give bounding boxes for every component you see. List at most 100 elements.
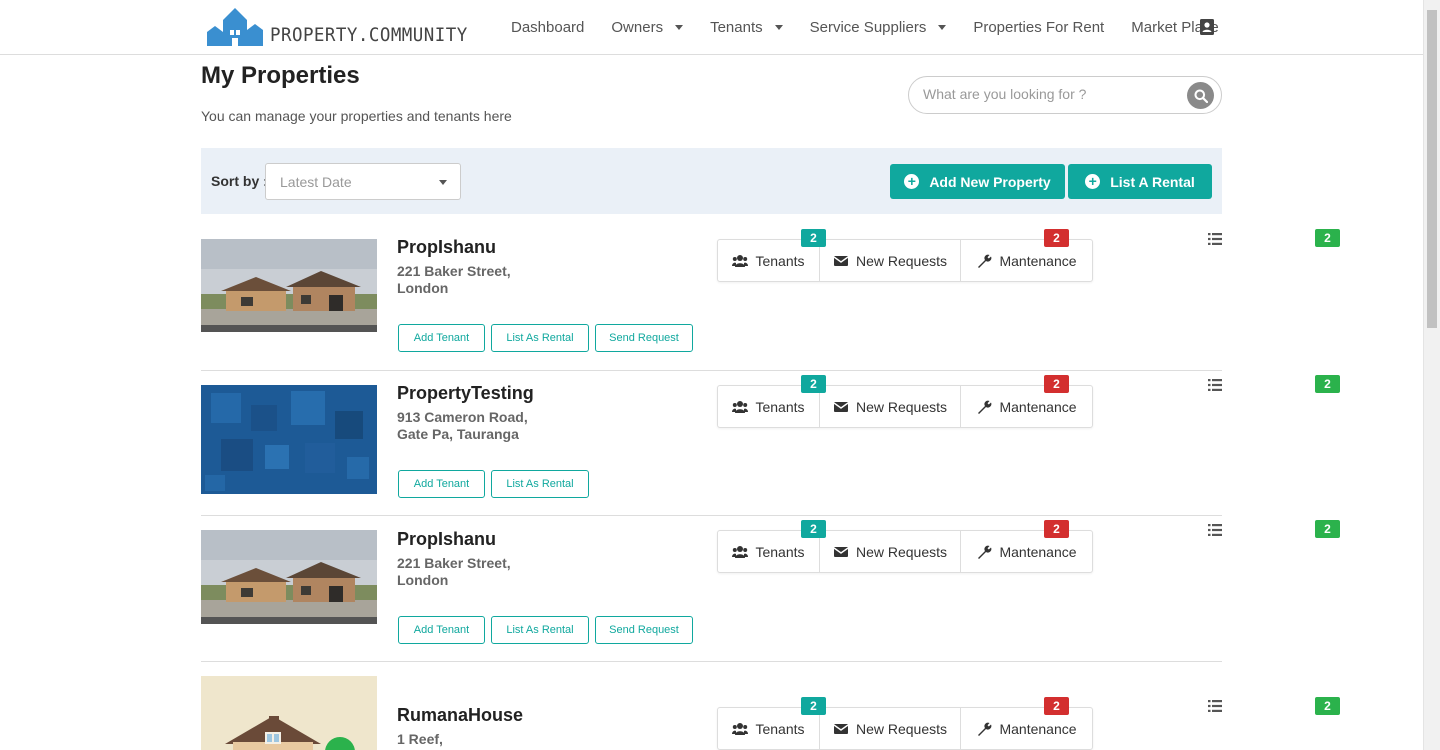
search-input[interactable] <box>923 86 1173 102</box>
new-requests-stat-button[interactable]: New Requests 2 <box>820 520 1069 572</box>
list-menu-icon[interactable] <box>1208 524 1222 536</box>
list-as-rental-button[interactable]: List As Rental <box>491 324 589 352</box>
nav-label: Properties For Rent <box>973 18 1105 36</box>
page-scrollbar[interactable] <box>1423 0 1440 750</box>
users-icon <box>732 722 749 735</box>
property-name[interactable]: RumanaHouse <box>397 705 523 726</box>
chevron-down-icon <box>774 24 783 30</box>
sort-label: Sort by : <box>211 173 268 189</box>
add-tenant-button[interactable]: Add Tenant <box>398 470 485 498</box>
address-line: 221 Baker Street, <box>397 555 511 571</box>
property-row: RumanaHouse 1 Reef, Tenants 2 New Reques… <box>201 662 1340 750</box>
property-image[interactable] <box>201 530 377 624</box>
property-address: 1 Reef, <box>397 731 597 748</box>
property-address: 221 Baker Street, London <box>397 263 597 297</box>
property-stats: Tenants 2 New Requests 2 Mantenance 2 <box>717 375 1340 428</box>
nav-label: Service Suppliers <box>809 18 927 36</box>
nav-label: Dashboard <box>511 18 585 36</box>
tenants-stat-button[interactable]: Tenants 2 <box>718 375 826 427</box>
property-actions: Add Tenant List As Rental Send Request <box>398 324 699 352</box>
nav-dashboard[interactable]: Dashboard <box>511 19 584 36</box>
wrench-icon <box>978 722 992 736</box>
list-menu-icon[interactable] <box>1208 700 1222 712</box>
nav-service-suppliers[interactable]: Service Suppliers <box>810 19 947 36</box>
property-row: PropIshanu 221 Baker Street, London Add … <box>201 516 1340 662</box>
search-button[interactable] <box>1187 82 1214 109</box>
nav-properties-for-rent[interactable]: Properties For Rent <box>973 19 1104 36</box>
property-image[interactable] <box>201 385 377 494</box>
button-label: Add New Property <box>929 173 1051 190</box>
property-image[interactable] <box>201 239 377 332</box>
maintenance-stat-button[interactable]: Mantenance 2 <box>961 520 1340 572</box>
contact-card-icon[interactable] <box>1199 19 1215 35</box>
scrollbar-thumb[interactable] <box>1427 10 1437 328</box>
plus-circle-icon: + <box>1085 174 1101 189</box>
property-image[interactable] <box>201 676 377 750</box>
maintenance-stat-button[interactable]: Mantenance 2 <box>961 375 1340 427</box>
list-as-rental-button[interactable]: List As Rental <box>491 616 589 644</box>
add-tenant-button[interactable]: Add Tenant <box>398 324 485 352</box>
property-address: 913 Cameron Road, Gate Pa, Tauranga <box>397 409 597 443</box>
search-icon <box>1194 89 1208 103</box>
logo-text: PROPERTY.COMMUNITY <box>270 24 468 46</box>
envelope-icon <box>833 255 849 266</box>
stat-label: Tenants <box>755 252 805 269</box>
nav-tenants[interactable]: Tenants <box>710 19 783 36</box>
chevron-down-icon <box>938 24 947 30</box>
add-new-property-button[interactable]: + Add New Property <box>890 164 1065 199</box>
main-nav: Dashboard Owners Tenants Service Supplie… <box>511 0 1246 54</box>
wrench-icon <box>978 400 992 414</box>
tenants-stat-button[interactable]: Tenants 2 <box>718 520 826 572</box>
search-box <box>908 76 1222 114</box>
page-subtitle: You can manage your properties and tenan… <box>201 108 512 124</box>
maintenance-count-badge: 2 <box>1315 697 1340 715</box>
address-line: 221 Baker Street, <box>397 263 511 279</box>
button-label: List A Rental <box>1110 173 1195 190</box>
new-requests-stat-button[interactable]: New Requests 2 <box>820 697 1069 749</box>
maintenance-stat-button[interactable]: Mantenance 2 <box>961 697 1340 749</box>
users-icon <box>732 400 749 413</box>
nav-label: Owners <box>611 18 664 36</box>
stat-label: Mantenance <box>999 720 1077 737</box>
stat-label: New Requests <box>855 543 948 560</box>
tenants-stat-button[interactable]: Tenants 2 <box>718 229 826 281</box>
sort-toolbar: Sort by : Latest Date + Add New Property… <box>201 148 1222 214</box>
send-request-button[interactable]: Send Request <box>595 324 693 352</box>
property-address: 221 Baker Street, London <box>397 555 597 589</box>
send-request-button[interactable]: Send Request <box>595 616 693 644</box>
maintenance-count-badge: 2 <box>1315 375 1340 393</box>
logo-houses-icon <box>207 8 263 46</box>
new-requests-stat-button[interactable]: New Requests 2 <box>820 375 1069 427</box>
stat-label: Tenants <box>755 543 805 560</box>
stat-label: Tenants <box>755 398 805 415</box>
sort-value: Latest Date <box>280 174 352 190</box>
sort-select[interactable]: Latest Date <box>265 163 461 200</box>
add-tenant-button[interactable]: Add Tenant <box>398 616 485 644</box>
stat-label: Mantenance <box>999 252 1077 269</box>
list-menu-icon[interactable] <box>1208 233 1222 245</box>
maintenance-stat-button[interactable]: Mantenance 2 <box>961 229 1340 281</box>
envelope-icon <box>833 723 849 734</box>
stat-label: New Requests <box>855 398 948 415</box>
tenants-stat-button[interactable]: Tenants 2 <box>718 697 826 749</box>
users-icon <box>732 254 749 267</box>
stat-label: Tenants <box>755 720 805 737</box>
address-line: 1 Reef, <box>397 731 443 747</box>
address-line: London <box>397 280 449 296</box>
property-stats: Tenants 2 New Requests 2 Mantenance 2 <box>717 229 1340 282</box>
chevron-down-icon <box>675 24 684 30</box>
property-name[interactable]: PropertyTesting <box>397 383 534 404</box>
envelope-icon <box>833 546 849 557</box>
property-name[interactable]: PropIshanu <box>397 529 496 550</box>
new-requests-stat-button[interactable]: New Requests 2 <box>820 229 1069 281</box>
list-a-rental-button[interactable]: + List A Rental <box>1068 164 1212 199</box>
list-menu-icon[interactable] <box>1208 379 1222 391</box>
top-navbar: PROPERTY.COMMUNITY Dashboard Owners Tena… <box>0 0 1423 55</box>
property-name[interactable]: PropIshanu <box>397 237 496 258</box>
nav-owners[interactable]: Owners <box>611 18 684 36</box>
brand-logo[interactable]: PROPERTY.COMMUNITY <box>206 6 485 46</box>
stat-label: Mantenance <box>999 398 1077 415</box>
address-line: 913 Cameron Road, <box>397 409 528 425</box>
chevron-down-icon <box>439 180 447 185</box>
list-as-rental-button[interactable]: List As Rental <box>491 470 589 498</box>
